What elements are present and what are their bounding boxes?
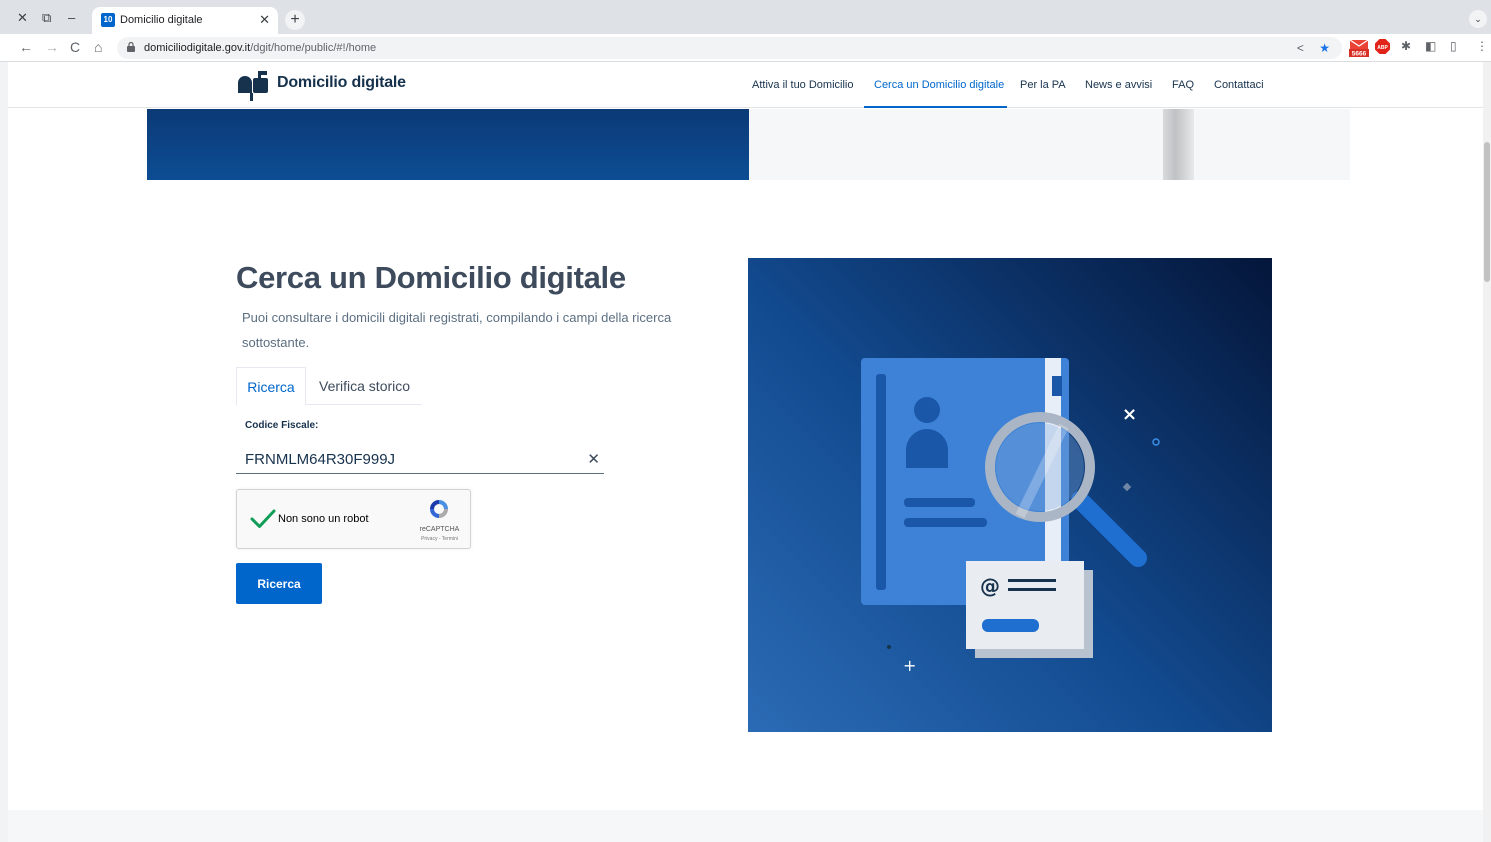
adblock-icon[interactable]: ABP — [1375, 39, 1390, 54]
codice-fiscale-field: ✕ — [236, 444, 604, 474]
recaptcha-terms-link[interactable]: Privacy - Termini — [412, 536, 467, 542]
nav-faq[interactable]: FAQ — [1172, 79, 1194, 91]
search-tabs: Ricerca Verifica storico — [236, 367, 422, 406]
browser-tab[interactable]: 10 Domicilio digitale ✕ — [92, 7, 278, 34]
gmail-extension-icon[interactable]: 5666 — [1349, 39, 1369, 57]
tab-title: Domicilio digitale — [120, 14, 203, 26]
site-header: Domicilio digitale Attiva il tuo Domicil… — [8, 62, 1491, 108]
url-path: /dgit/home/public/#!/home — [250, 42, 377, 54]
clear-input-icon[interactable]: ✕ — [587, 450, 600, 468]
omnibox-actions: < ★ — [1297, 41, 1330, 55]
recaptcha-widget: Non sono un robot reCAPTCHA Privacy - Te… — [236, 489, 471, 549]
active-nav-indicator — [864, 106, 1007, 108]
abp-label: ABP — [1377, 45, 1388, 51]
lock-icon — [127, 42, 135, 52]
codice-fiscale-label: Codice Fiscale: — [245, 420, 319, 431]
hero-banner-image — [147, 109, 749, 180]
back-icon[interactable]: ← — [19, 39, 33, 55]
svg-text:@: @ — [980, 574, 1000, 598]
nav-cerca-domicilio[interactable]: Cerca un Domicilio digitale — [874, 79, 1004, 91]
mailbox-logo-icon[interactable] — [236, 69, 270, 101]
page-description: Puoi consultare i domicili digitali regi… — [242, 310, 672, 350]
reload-icon[interactable]: C — [70, 39, 80, 55]
page-title: Cerca un Domicilio digitale — [236, 260, 626, 295]
recaptcha-logo-icon — [430, 500, 448, 518]
tab-verifica-storico[interactable]: Verifica storico — [319, 367, 410, 406]
side-panel-icon[interactable]: ◧ — [1425, 39, 1436, 53]
share-icon[interactable]: < — [1297, 41, 1304, 55]
page-viewport: Domicilio digitale Attiva il tuo Domicil… — [8, 62, 1491, 842]
nav-per-la-pa[interactable]: Per la PA — [1020, 79, 1066, 91]
codice-fiscale-input[interactable] — [245, 448, 565, 470]
extensions-puzzle-icon[interactable]: ✱ — [1401, 39, 1411, 53]
extension-badge: 5666 — [1352, 51, 1367, 58]
hero-banner-divider — [1163, 109, 1194, 180]
svg-text:+: + — [903, 656, 916, 675]
browser-toolbar: ← → C ⌂ domiciliodigitale.gov.it/dgit/ho… — [0, 34, 1491, 62]
tab-ricerca[interactable]: Ricerca — [236, 367, 306, 406]
nav-attiva-domicilio[interactable]: Attiva il tuo Domicilio — [752, 79, 853, 91]
search-illustration: @ × + — [748, 258, 1272, 732]
nav-contattaci[interactable]: Contattaci — [1214, 79, 1264, 91]
brand-name[interactable]: Domicilio digitale — [277, 74, 406, 92]
favicon-icon: 10 — [101, 13, 115, 27]
window-minimize-icon[interactable]: – — [68, 10, 75, 25]
menu-kebab-icon[interactable]: ⋮ — [1476, 39, 1488, 53]
page-scrollbar[interactable] — [1483, 62, 1491, 842]
checkmark-icon[interactable] — [249, 505, 277, 533]
browser-tabbar: ✕ ⧉ – 10 Domicilio digitale ✕ + ⌄ — [0, 0, 1491, 34]
recaptcha-brand: reCAPTCHA — [419, 526, 460, 533]
nav-news-avvisi[interactable]: News e avvisi — [1085, 79, 1152, 91]
hero-banner-panel — [749, 109, 1350, 180]
url-text: domiciliodigitale.gov.it/dgit/home/publi… — [144, 42, 376, 54]
window-close-icon[interactable]: ✕ — [17, 10, 28, 26]
url-host: domiciliodigitale.gov.it — [144, 42, 251, 54]
profile-icon[interactable]: ▯ — [1450, 39, 1457, 53]
bookmark-star-icon[interactable]: ★ — [1319, 41, 1330, 55]
search-button[interactable]: Ricerca — [236, 563, 322, 604]
tab-search-icon[interactable]: ⌄ — [1469, 10, 1487, 28]
new-tab-button[interactable]: + — [285, 10, 305, 30]
window-restore-icon[interactable]: ⧉ — [42, 10, 51, 26]
footer-band — [8, 810, 1491, 842]
home-icon[interactable]: ⌂ — [94, 39, 102, 55]
tab-close-icon[interactable]: ✕ — [259, 12, 270, 28]
document-search-illustration-icon: @ × + — [861, 358, 1160, 675]
forward-icon[interactable]: → — [45, 39, 59, 55]
scrollbar-thumb[interactable] — [1484, 142, 1490, 282]
svg-text:×: × — [1122, 404, 1137, 425]
captcha-label: Non sono un robot — [278, 513, 369, 525]
address-bar[interactable]: domiciliodigitale.gov.it/dgit/home/publi… — [117, 37, 1342, 59]
